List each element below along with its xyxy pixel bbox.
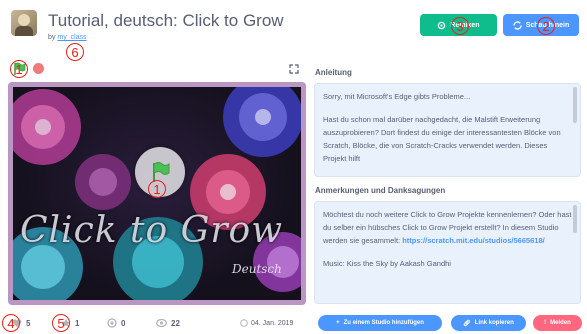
notes-scrollbar[interactable]	[573, 205, 577, 233]
stage-logo-text: Click to Grow	[20, 210, 284, 251]
annotation-marker: 4	[2, 314, 20, 332]
stage-logo-subtitle: Deutsch	[232, 262, 282, 276]
shared-date: 04. Jan. 2019	[240, 319, 293, 327]
author-avatar[interactable]	[11, 10, 37, 36]
notes-text-1: Möchtest du noch weitere Click to Grow P…	[323, 210, 572, 245]
remix-count-icon	[107, 318, 117, 328]
add-to-studio-button[interactable]: + Zu einem Studio hinzufügen	[318, 315, 442, 331]
link-icon: 🔗︎	[463, 320, 471, 327]
annotation-marker: 1	[148, 180, 166, 198]
project-title: Tutorial, deutsch: Click to Grow	[48, 11, 284, 30]
calendar-icon	[240, 319, 248, 327]
instructions-text-2: Hast du schon mal darüber nachgedacht, d…	[323, 115, 561, 163]
annotation-marker: 1	[10, 60, 28, 78]
annotation-marker: 6	[66, 43, 84, 61]
plus-icon: +	[336, 320, 340, 326]
instructions-scrollbar[interactable]	[573, 87, 577, 123]
notes-text-2: Music: Kiss the Sky by Aakash Gandhi	[323, 259, 451, 268]
instructions-box[interactable]: Sorry, mit Microsoft's Edge gibts Proble…	[314, 83, 581, 177]
annotation-marker: 2	[537, 17, 555, 35]
notes-heading: Anmerkungen und Danksagungen	[315, 186, 446, 195]
report-button[interactable]: ! Melden	[533, 315, 582, 331]
copy-link-button[interactable]: 🔗︎ Link kopieren	[451, 315, 526, 331]
instructions-heading: Anleitung	[315, 68, 352, 77]
alert-icon: !	[544, 320, 547, 326]
studio-link[interactable]: https://scratch.mit.edu/studios/5665618/	[402, 236, 545, 245]
view-count: 22	[156, 318, 180, 328]
instructions-text-1: Sorry, mit Microsoft's Edge gibts Proble…	[323, 92, 471, 101]
remix-count: 0	[107, 318, 125, 328]
see-inside-icon	[512, 20, 522, 30]
eye-icon	[156, 318, 167, 328]
fullscreen-icon[interactable]	[289, 64, 299, 74]
author-byline: by my_class	[48, 34, 87, 41]
remix-icon	[438, 21, 446, 29]
by-label: by	[48, 34, 56, 41]
author-link[interactable]: my_class	[57, 34, 86, 41]
annotation-marker: 3	[451, 17, 469, 35]
notes-box[interactable]: Möchtest du noch weitere Click to Grow P…	[314, 201, 581, 304]
stop-button[interactable]	[33, 63, 44, 74]
annotation-marker: 5	[52, 314, 70, 332]
